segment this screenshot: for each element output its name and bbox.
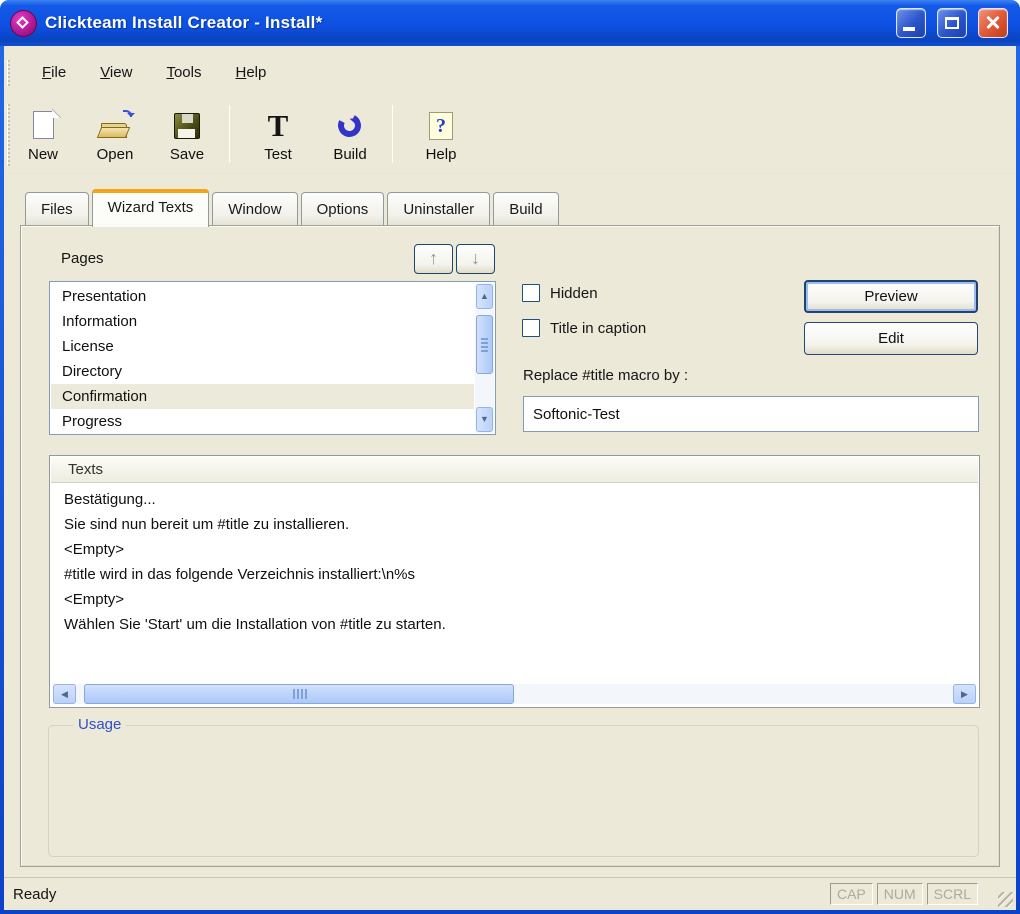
move-page-down-button[interactable]: ↓ xyxy=(456,244,495,274)
text-line[interactable]: #title wird in das folgende Verzeichnis … xyxy=(51,562,977,587)
scrollbar-thumb[interactable] xyxy=(476,315,493,374)
menubar: File View Tools Help xyxy=(4,52,1016,92)
texts-listview: Texts Bestätigung... Sie sind nun bereit… xyxy=(49,455,980,708)
pages-label: Pages xyxy=(61,250,104,267)
pages-vertical-scrollbar[interactable]: ▲ ▼ xyxy=(475,283,494,433)
texts-column-header[interactable]: Texts xyxy=(51,457,978,483)
move-page-up-button[interactable]: ↑ xyxy=(414,244,453,274)
usage-label: Usage xyxy=(73,716,127,733)
maximize-icon xyxy=(945,17,959,29)
app-window: Clickteam Install Creator - Install* Fil… xyxy=(0,0,1020,914)
save-button[interactable]: Save xyxy=(154,101,220,167)
text-line[interactable]: Sie sind nun bereit um #title zu install… xyxy=(51,512,977,537)
text-line[interactable]: <Empty> xyxy=(51,587,977,612)
hidden-checkbox-row: Hidden xyxy=(522,284,598,302)
scroll-lock-indicator: SCRL xyxy=(926,883,978,905)
tab-options[interactable]: Options xyxy=(300,192,385,225)
resize-grip-handle[interactable] xyxy=(998,892,1013,907)
minimize-button[interactable] xyxy=(896,8,926,38)
tab-files[interactable]: Files xyxy=(25,192,89,225)
hidden-label: Hidden xyxy=(550,284,598,302)
hidden-checkbox[interactable] xyxy=(522,284,540,302)
edit-button[interactable]: Edit xyxy=(804,322,978,355)
toolbar: New Open Save T Test Build ? Help xyxy=(4,96,1016,172)
build-button[interactable]: Build xyxy=(317,101,383,167)
status-message: Ready xyxy=(13,885,57,903)
scroll-right-button[interactable]: ▶ xyxy=(953,684,976,704)
list-item-selected[interactable]: Confirmation xyxy=(51,384,474,409)
help-icon: ? xyxy=(424,110,458,142)
title-in-caption-label: Title in caption xyxy=(550,319,647,337)
client-area: File View Tools Help New Open Save T Tes… xyxy=(4,46,1016,910)
caps-lock-indicator: CAP xyxy=(829,883,873,905)
close-button[interactable] xyxy=(978,8,1008,38)
list-item[interactable]: Information xyxy=(51,309,474,334)
tab-uninstaller[interactable]: Uninstaller xyxy=(387,192,491,225)
tab-window[interactable]: Window xyxy=(212,192,298,225)
menubar-grip-handle[interactable] xyxy=(7,60,10,86)
scrollbar-thumb[interactable] xyxy=(84,684,514,704)
toolbar-divider xyxy=(4,173,1016,174)
list-item[interactable]: Directory xyxy=(51,359,474,384)
save-floppy-icon xyxy=(170,110,204,142)
build-icon xyxy=(333,109,367,142)
menu-view[interactable]: View xyxy=(88,59,144,86)
toolbar-grip-handle[interactable] xyxy=(7,104,10,166)
title-in-caption-checkbox[interactable] xyxy=(522,319,540,337)
replace-title-macro-input[interactable] xyxy=(523,396,979,432)
test-icon: T xyxy=(267,108,289,143)
titlebar: Clickteam Install Creator - Install* xyxy=(0,0,1020,46)
wizard-texts-panel: Pages ↑ ↓ Presentation Information Licen… xyxy=(20,225,1000,867)
num-lock-indicator: NUM xyxy=(876,883,923,905)
menu-file[interactable]: File xyxy=(30,59,78,86)
replace-title-macro-label: Replace #title macro by : xyxy=(523,367,689,384)
text-line[interactable]: Wählen Sie 'Start' um die Installation v… xyxy=(51,612,977,637)
open-folder-icon xyxy=(96,110,135,142)
open-button[interactable]: Open xyxy=(82,101,148,167)
window-title: Clickteam Install Creator - Install* xyxy=(45,13,323,32)
menu-tools[interactable]: Tools xyxy=(154,59,213,86)
up-arrow-icon: ↑ xyxy=(429,248,438,268)
text-line[interactable]: <Empty> xyxy=(51,537,977,562)
help-button[interactable]: ? Help xyxy=(408,101,474,167)
tabstrip: Files Wizard Texts Window Options Uninst… xyxy=(4,175,1016,227)
pages-listbox: Presentation Information License Directo… xyxy=(49,281,496,435)
text-line[interactable]: Bestätigung... xyxy=(51,487,977,512)
new-button[interactable]: New xyxy=(10,101,76,167)
tab-wizard-texts[interactable]: Wizard Texts xyxy=(91,189,210,227)
test-button[interactable]: T Test xyxy=(245,101,311,167)
scroll-down-button[interactable]: ▼ xyxy=(476,407,493,432)
list-item[interactable]: License xyxy=(51,334,474,359)
preview-button[interactable]: Preview xyxy=(804,280,978,313)
toolbar-separator xyxy=(392,105,393,163)
new-document-icon xyxy=(26,109,61,142)
scroll-up-button[interactable]: ▲ xyxy=(476,284,493,309)
minimize-icon xyxy=(903,27,915,31)
down-arrow-icon: ↓ xyxy=(471,248,480,268)
usage-groupbox: Usage xyxy=(48,716,979,857)
title-in-caption-checkbox-row: Title in caption xyxy=(522,319,646,337)
texts-horizontal-scrollbar[interactable]: ◀ ▶ xyxy=(53,684,976,704)
maximize-button[interactable] xyxy=(937,8,967,38)
app-icon xyxy=(10,9,37,37)
statusbar: Ready CAP NUM SCRL xyxy=(4,877,1016,910)
scroll-left-button[interactable]: ◀ xyxy=(53,684,76,704)
list-item[interactable]: Progress xyxy=(51,409,474,434)
list-item[interactable]: Presentation xyxy=(51,284,474,309)
toolbar-separator xyxy=(229,105,230,163)
tab-build[interactable]: Build xyxy=(493,192,559,225)
menu-help[interactable]: Help xyxy=(223,59,278,86)
